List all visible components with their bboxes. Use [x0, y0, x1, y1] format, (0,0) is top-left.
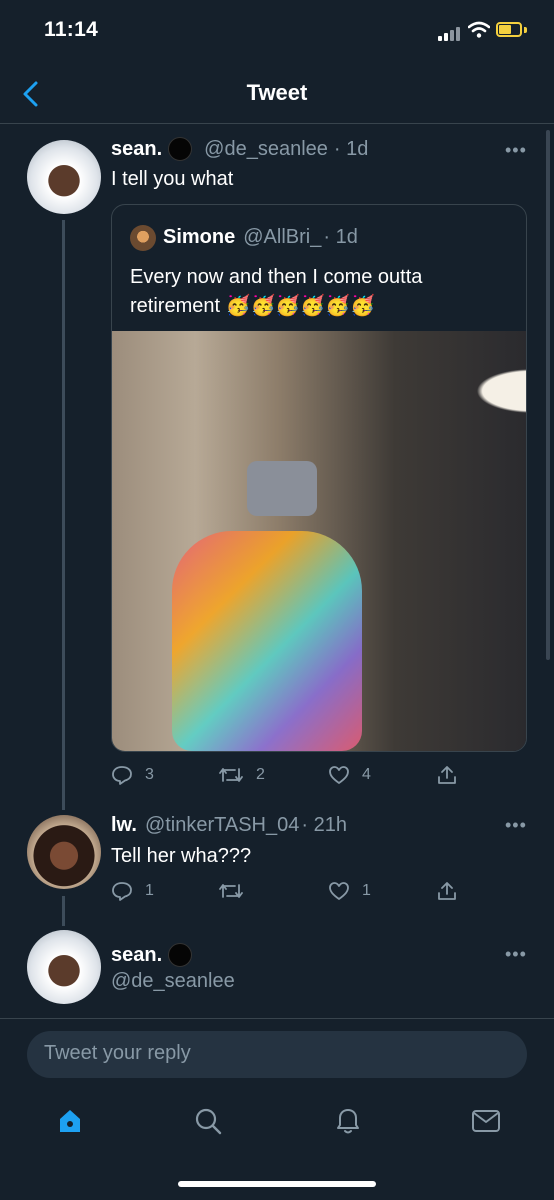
quote-text: Every now and then I come outta retireme…	[130, 263, 422, 321]
messages-icon[interactable]	[471, 1108, 501, 1134]
self-name-row: sean.	[111, 943, 193, 967]
quote-text-line-2: retirement 🥳🥳🥳🥳🥳🥳	[130, 295, 375, 317]
more-options-icon[interactable]: •••	[505, 140, 527, 161]
retweet-icon	[219, 768, 243, 782]
search-icon[interactable]	[194, 1107, 222, 1135]
thread-line	[62, 896, 65, 926]
reply-author-name[interactable]: lw.	[111, 814, 137, 837]
battery-icon	[496, 22, 522, 37]
video-subject-hat	[247, 461, 317, 516]
reply-time: · 21h	[301, 814, 347, 836]
retweet-button[interactable]	[218, 880, 256, 902]
cellular-signal-icon	[438, 25, 460, 41]
more-options-icon[interactable]: •••	[505, 944, 527, 965]
scrollbar[interactable]	[546, 130, 550, 660]
avatar-sean[interactable]	[27, 140, 101, 214]
like-count: 1	[362, 882, 371, 899]
tweet-time: · 1d	[333, 137, 369, 160]
like-count: 4	[362, 766, 371, 783]
retweet-button[interactable]: 2	[218, 764, 265, 786]
thread-line	[62, 220, 65, 810]
reply-divider	[0, 1018, 554, 1019]
like-button[interactable]: 1	[328, 880, 371, 902]
quote-text-line-1: Every now and then I come outta	[130, 266, 423, 288]
tweet-header: sean. @de_seanlee · 1d	[111, 137, 368, 161]
video-subject	[172, 531, 362, 751]
battery-tip	[524, 27, 527, 33]
reply-button[interactable]: 3	[111, 764, 154, 786]
quote-author-handle: @AllBri_	[243, 226, 322, 248]
avatar-self[interactable]	[27, 930, 101, 1004]
home-indicator[interactable]	[178, 1181, 376, 1187]
wifi-icon	[468, 21, 490, 38]
reply-icon	[112, 766, 132, 785]
reply-button[interactable]: 1	[111, 880, 154, 902]
author-handle[interactable]: @de_seanlee	[204, 138, 328, 161]
reply-placeholder: Tweet your reply	[44, 1042, 191, 1064]
heart-icon	[329, 766, 349, 784]
share-icon[interactable]	[436, 764, 458, 786]
reply-count: 3	[145, 766, 154, 783]
reply-header: lw. @tinkerTASH_04 · 21h	[111, 814, 347, 837]
notifications-icon[interactable]	[334, 1105, 362, 1135]
self-name[interactable]: sean.	[111, 944, 162, 967]
retweet-icon	[219, 884, 243, 898]
avatar-lw[interactable]	[27, 815, 101, 889]
avatar-simone	[130, 225, 156, 251]
more-options-icon[interactable]: •••	[505, 815, 527, 836]
home-icon[interactable]	[56, 1107, 84, 1135]
heart-icon	[329, 882, 349, 900]
status-time: 11:14	[44, 18, 99, 41]
tweet-text: I tell you what	[111, 168, 234, 190]
author-name[interactable]: sean.	[111, 138, 162, 161]
reply-text: Tell her wha???	[111, 845, 252, 867]
black-circle-emoji	[168, 137, 193, 161]
quote-author-name: Simone	[163, 226, 236, 248]
quoted-tweet[interactable]: Simone @AllBri_ · 1d Every now and then …	[111, 204, 527, 752]
black-circle-emoji	[168, 943, 193, 967]
video-thumbnail[interactable]	[112, 331, 526, 751]
reply-icon	[112, 882, 132, 901]
page-title: Tweet	[246, 80, 308, 105]
reply-count: 1	[145, 882, 154, 899]
quote-time: · 1d	[323, 226, 358, 248]
self-handle[interactable]: @de_seanlee	[111, 970, 235, 993]
reply-author-handle[interactable]: @tinkerTASH_04	[145, 814, 299, 837]
like-button[interactable]: 4	[328, 764, 371, 786]
header-divider	[0, 123, 554, 124]
quote-header: Simone @AllBri_ · 1d	[163, 226, 358, 249]
share-icon[interactable]	[436, 880, 458, 902]
retweet-count: 2	[256, 766, 265, 783]
